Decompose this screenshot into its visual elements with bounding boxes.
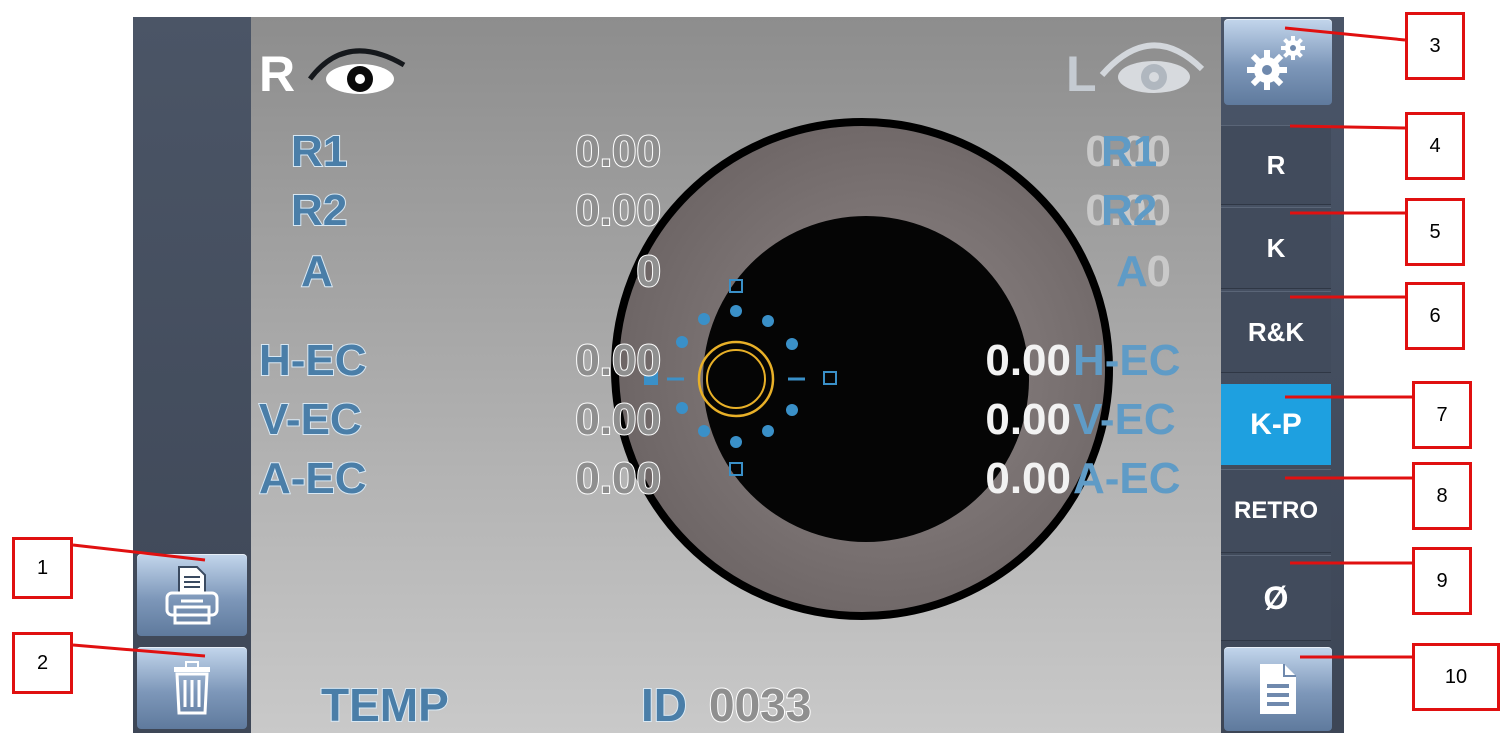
callout-6: 6 <box>1405 282 1465 350</box>
left-aec-label: A-EC <box>1073 454 1181 503</box>
settings-button[interactable] <box>1224 19 1332 105</box>
mode-label: TEMP <box>320 679 450 731</box>
right-aec-value: 0.00 <box>574 454 662 503</box>
right-r1-label: R1 <box>290 127 348 176</box>
right-axis-label: A <box>300 247 334 296</box>
right-hec-value: 0.00 <box>574 336 662 385</box>
right-hec-label: H-EC <box>258 336 368 385</box>
right-axis-value: 0 <box>636 247 662 296</box>
left-vec-value: 0.00 <box>985 395 1071 444</box>
callout-7: 7 <box>1412 381 1472 449</box>
callout-10: 10 <box>1412 643 1500 711</box>
callout-1: 1 <box>12 537 73 599</box>
left-eye-letter: L <box>1066 46 1097 102</box>
mode-diameter-button[interactable]: Ø <box>1221 555 1331 641</box>
trash-icon <box>174 661 210 715</box>
print-button[interactable] <box>137 554 247 636</box>
right-r2-label: R2 <box>290 186 348 235</box>
delete-button[interactable] <box>137 647 247 729</box>
callout-9: 9 <box>1412 547 1472 615</box>
patient-id-number: 0033 <box>708 679 812 731</box>
left-axis-value: 0 <box>1146 247 1171 296</box>
mode-kp-button[interactable]: K-P <box>1221 384 1331 465</box>
left-r1-label: R1 <box>1101 127 1158 176</box>
right-vec-value: 0.00 <box>574 395 662 444</box>
patient-id-label: ID <box>640 679 688 731</box>
document-icon <box>1260 664 1296 714</box>
left-toolbar <box>133 17 251 733</box>
callout-5: 5 <box>1405 198 1465 266</box>
callout-2: 2 <box>12 632 73 694</box>
right-eye-icon[interactable] <box>306 35 411 95</box>
mode-retro-button[interactable]: RETRO <box>1221 469 1331 553</box>
right-toolbar: R K R&K K-P RETRO Ø <box>1221 17 1344 733</box>
right-aec-label: A-EC <box>258 454 368 503</box>
right-eye-letter: R <box>259 46 296 102</box>
left-vec-label: V-EC <box>1073 395 1176 444</box>
left-axis-label: A <box>1116 247 1148 296</box>
left-hec-label: H-EC <box>1073 336 1181 385</box>
left-hec-value: 0.00 <box>985 336 1071 385</box>
left-aec-value: 0.00 <box>985 454 1071 503</box>
left-eye-icon[interactable] <box>1096 29 1208 97</box>
mode-r-button[interactable]: R <box>1221 125 1331 205</box>
right-r2-value: 0.00 <box>574 186 662 235</box>
right-vec-label: V-EC <box>258 395 363 444</box>
mode-rk-button[interactable]: R&K <box>1221 291 1331 373</box>
gears-icon <box>1247 36 1305 90</box>
callout-3: 3 <box>1405 12 1465 80</box>
measurement-display: R L R1 0.00 R2 0.00 A 0 H-EC 0.00 V-EC 0… <box>251 17 1221 733</box>
callout-4: 4 <box>1405 112 1465 180</box>
right-r1-value: 0.00 <box>574 127 662 176</box>
callout-8: 8 <box>1412 462 1472 530</box>
report-button[interactable] <box>1224 647 1332 731</box>
keratometer-screen: R L R1 0.00 R2 0.00 A 0 H-EC 0.00 V-EC 0… <box>133 17 1344 733</box>
mode-k-button[interactable]: K <box>1221 207 1331 289</box>
left-r2-label: R2 <box>1101 186 1158 235</box>
printer-icon <box>165 566 219 625</box>
